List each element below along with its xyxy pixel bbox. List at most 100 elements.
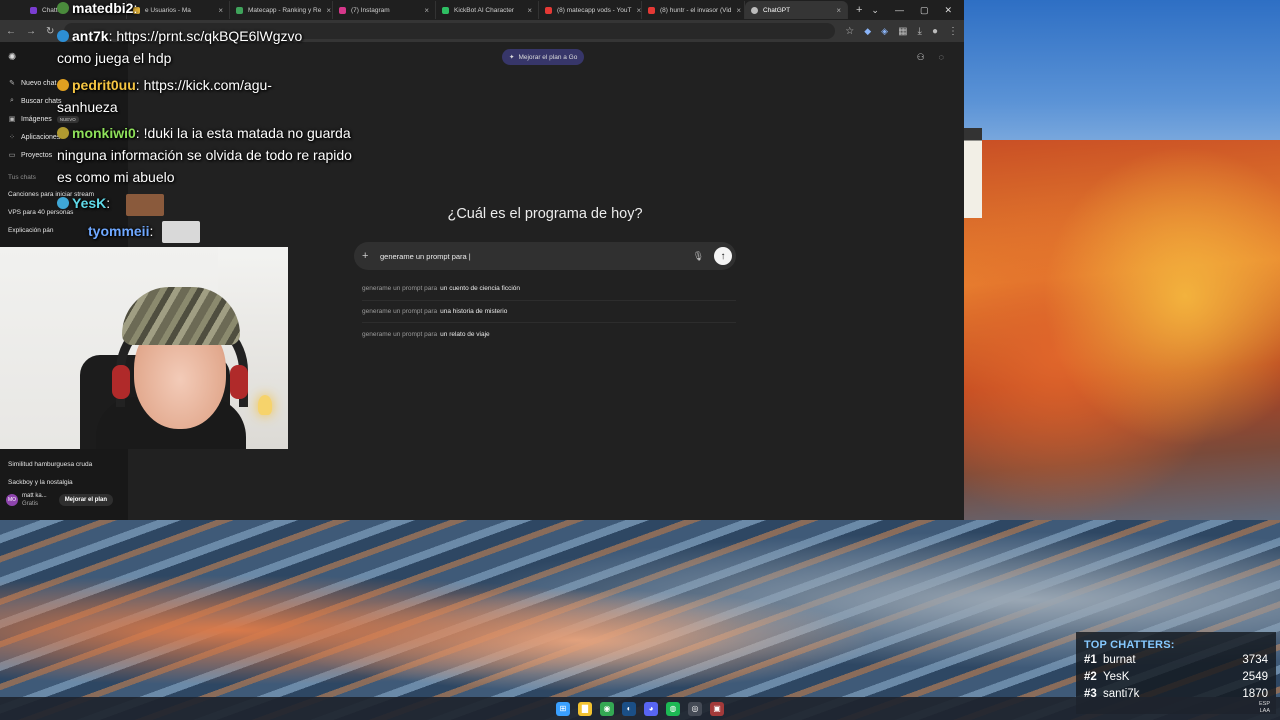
close-tab-icon[interactable]: × <box>326 6 331 15</box>
suggestion-list: generame un prompt para un cuento de cien… <box>362 278 736 346</box>
close-tab-icon[interactable]: × <box>836 6 841 15</box>
close-tab-icon[interactable]: × <box>736 6 741 15</box>
system-tray[interactable]: ESP LAA <box>1259 701 1270 715</box>
top-chatter-row: #1 burnat 3734 <box>1084 654 1268 666</box>
tab-favicon-icon <box>442 6 449 14</box>
back-icon[interactable]: ← <box>6 26 16 37</box>
browser-tab[interactable]: e Usuarios - Ma × <box>127 1 230 19</box>
search-icon: ⌕ <box>10 97 14 104</box>
browser-tab[interactable]: Chatter × <box>24 1 127 19</box>
windows-taskbar: ⊞ ▇ ◉ ◐ ◕ ◍ ◎ ▣ ESP LAA <box>0 697 1280 720</box>
top-chatter-row: #2 YesK 2549 <box>1084 671 1268 683</box>
wallpaper-cliff <box>964 140 1280 530</box>
avatar: MO <box>6 494 18 506</box>
discord-icon[interactable]: ◕ <box>644 701 658 716</box>
spotify-icon[interactable]: ◍ <box>666 701 680 716</box>
close-tab-icon[interactable]: × <box>115 6 120 15</box>
extension-icon[interactable]: ◆ <box>864 26 871 37</box>
sidebar-item-search[interactable]: ⌕ Buscar chats <box>8 97 61 105</box>
close-tab-icon[interactable]: × <box>636 6 641 15</box>
webcam-feed <box>0 247 288 449</box>
top-chatters-title: TOP CHATTERS: <box>1084 639 1175 651</box>
tab-favicon-icon <box>339 6 346 14</box>
sidebar-item-new-chat[interactable]: ✎ Nuevo chat <box>8 79 56 88</box>
new-tab-button[interactable]: + <box>848 4 870 16</box>
tab-bar: Chatter × e Usuarios - Ma × Matecapp - Ran… <box>0 0 964 20</box>
account-icon[interactable]: ⚇ <box>917 52 925 63</box>
image-icon: ▣ <box>8 116 16 123</box>
window-controls: ⌄ — ▢ ✕ <box>871 5 964 16</box>
sidebar-chat-item[interactable]: Similitud hamburguesa cruda <box>8 461 92 468</box>
webcam-earcup <box>230 365 248 399</box>
download-icon[interactable]: ⤓ <box>918 26 922 37</box>
sidebar-chat-item[interactable]: Canciones para iniciar stream <box>8 191 94 198</box>
maximize-icon[interactable]: ▢ <box>920 5 929 16</box>
bookmark-star-icon[interactable]: ☆ <box>845 26 854 37</box>
suggestion-item[interactable]: generame un prompt para un cuento de cien… <box>362 278 736 301</box>
obs-icon[interactable]: ◎ <box>688 701 702 716</box>
webcam-earcup <box>112 365 130 399</box>
tab-search-icon[interactable]: ⌄ <box>871 5 879 16</box>
sidebar-item-projects[interactable]: ▭ Proyectos <box>8 151 52 160</box>
attach-plus-icon[interactable]: + <box>362 250 376 262</box>
folder-icon: ▭ <box>8 152 16 159</box>
minimize-icon[interactable]: — <box>895 5 904 16</box>
apps-icon: ⁘ <box>9 134 15 141</box>
sidebar-chat-item[interactable]: Sackboy y la nostalgia <box>8 479 73 486</box>
close-tab-icon[interactable]: × <box>424 6 429 15</box>
close-tab-icon[interactable]: × <box>527 6 532 15</box>
tab-favicon-icon <box>751 6 758 14</box>
close-window-icon[interactable]: ✕ <box>944 5 952 16</box>
user-info: matt ka... Gratis <box>22 492 47 508</box>
browser-tab-active[interactable]: ChatGPT × <box>745 1 848 19</box>
profile-icon[interactable]: ● <box>932 26 938 37</box>
windows-start-icon[interactable]: ⊞ <box>556 701 570 716</box>
page-title: ¿Cuál es el programa de hoy? <box>447 206 643 222</box>
extension-icon[interactable]: ◈ <box>881 26 888 37</box>
webcam-lamp <box>258 395 272 415</box>
user-plan: Gratis <box>22 501 39 507</box>
sidebar-item-apps[interactable]: ⁘ Aplicaciones <box>8 133 60 142</box>
browser-tab[interactable]: KickBot AI Character × <box>436 1 539 19</box>
chrome-icon[interactable]: ◉ <box>600 701 614 716</box>
sidebar-chat-item[interactable]: VPS para 40 personas <box>8 209 73 216</box>
upgrade-plan-button[interactable]: Mejorar el plan <box>58 494 114 506</box>
extensions-puzzle-icon[interactable]: ▦ <box>898 26 907 37</box>
new-chat-icon: ✎ <box>9 80 15 87</box>
sparkle-icon: ✦ <box>509 54 515 61</box>
tab-favicon-icon <box>545 6 552 14</box>
tab-favicon-icon <box>133 6 140 14</box>
new-badge: NUEVO <box>56 115 79 123</box>
reload-icon[interactable]: ↻ <box>46 26 54 37</box>
send-button[interactable]: ↑ <box>714 247 732 265</box>
sidebar-item-images[interactable]: ▣ Imágenes NUEVO <box>8 115 79 123</box>
steam-icon[interactable]: ◐ <box>622 701 636 716</box>
suggestion-item[interactable]: generame un prompt para un relato de viaj… <box>362 323 736 346</box>
wallpaper-lighthouse <box>964 128 982 218</box>
temporary-chat-icon[interactable]: ◌ <box>939 52 944 63</box>
browser-menu-icon[interactable]: ⋮ <box>948 26 958 37</box>
prompt-input[interactable]: generame un prompt para | <box>376 252 693 261</box>
tab-favicon-icon <box>30 6 37 14</box>
chats-section-title: Tus chats <box>8 174 36 181</box>
omnibox-input[interactable] <box>64 23 836 39</box>
upgrade-go-button[interactable]: ✦ Mejorar el plan a Go <box>502 49 585 65</box>
browser-tab[interactable]: Matecapp - Ranking y Re × <box>230 1 333 19</box>
close-tab-icon[interactable]: × <box>218 6 223 15</box>
browser-tab[interactable]: (8) huntr - el invasor (Vid × <box>642 1 745 19</box>
streaming-app-icon[interactable]: ▣ <box>710 701 724 716</box>
address-bar: ← → ↻ ☆ ◆ ◈ ▦ ⤓ ● ⋮ <box>0 20 964 42</box>
browser-tab[interactable]: (7) Instagram × <box>333 1 436 19</box>
forward-icon[interactable]: → <box>26 26 36 37</box>
microphone-icon[interactable]: 🎙︎ <box>693 251 704 262</box>
user-menu[interactable]: MO matt ka... Gratis Mejorar el plan <box>6 492 114 508</box>
file-explorer-icon[interactable]: ▇ <box>578 701 592 716</box>
sidebar-chat-item[interactable]: Explicación pán <box>8 227 54 234</box>
user-name: matt ka... <box>22 493 47 499</box>
suggestion-item[interactable]: generame un prompt para una historia de m… <box>362 301 736 323</box>
browser-tab[interactable]: (8) matecapp vods - YouT × <box>539 1 642 19</box>
prompt-composer[interactable]: + generame un prompt para | 🎙︎ ↑ <box>354 242 736 270</box>
tab-favicon-icon <box>236 6 243 14</box>
tab-favicon-icon <box>648 6 655 14</box>
chatgpt-logo-icon[interactable]: ✺ <box>8 52 16 63</box>
